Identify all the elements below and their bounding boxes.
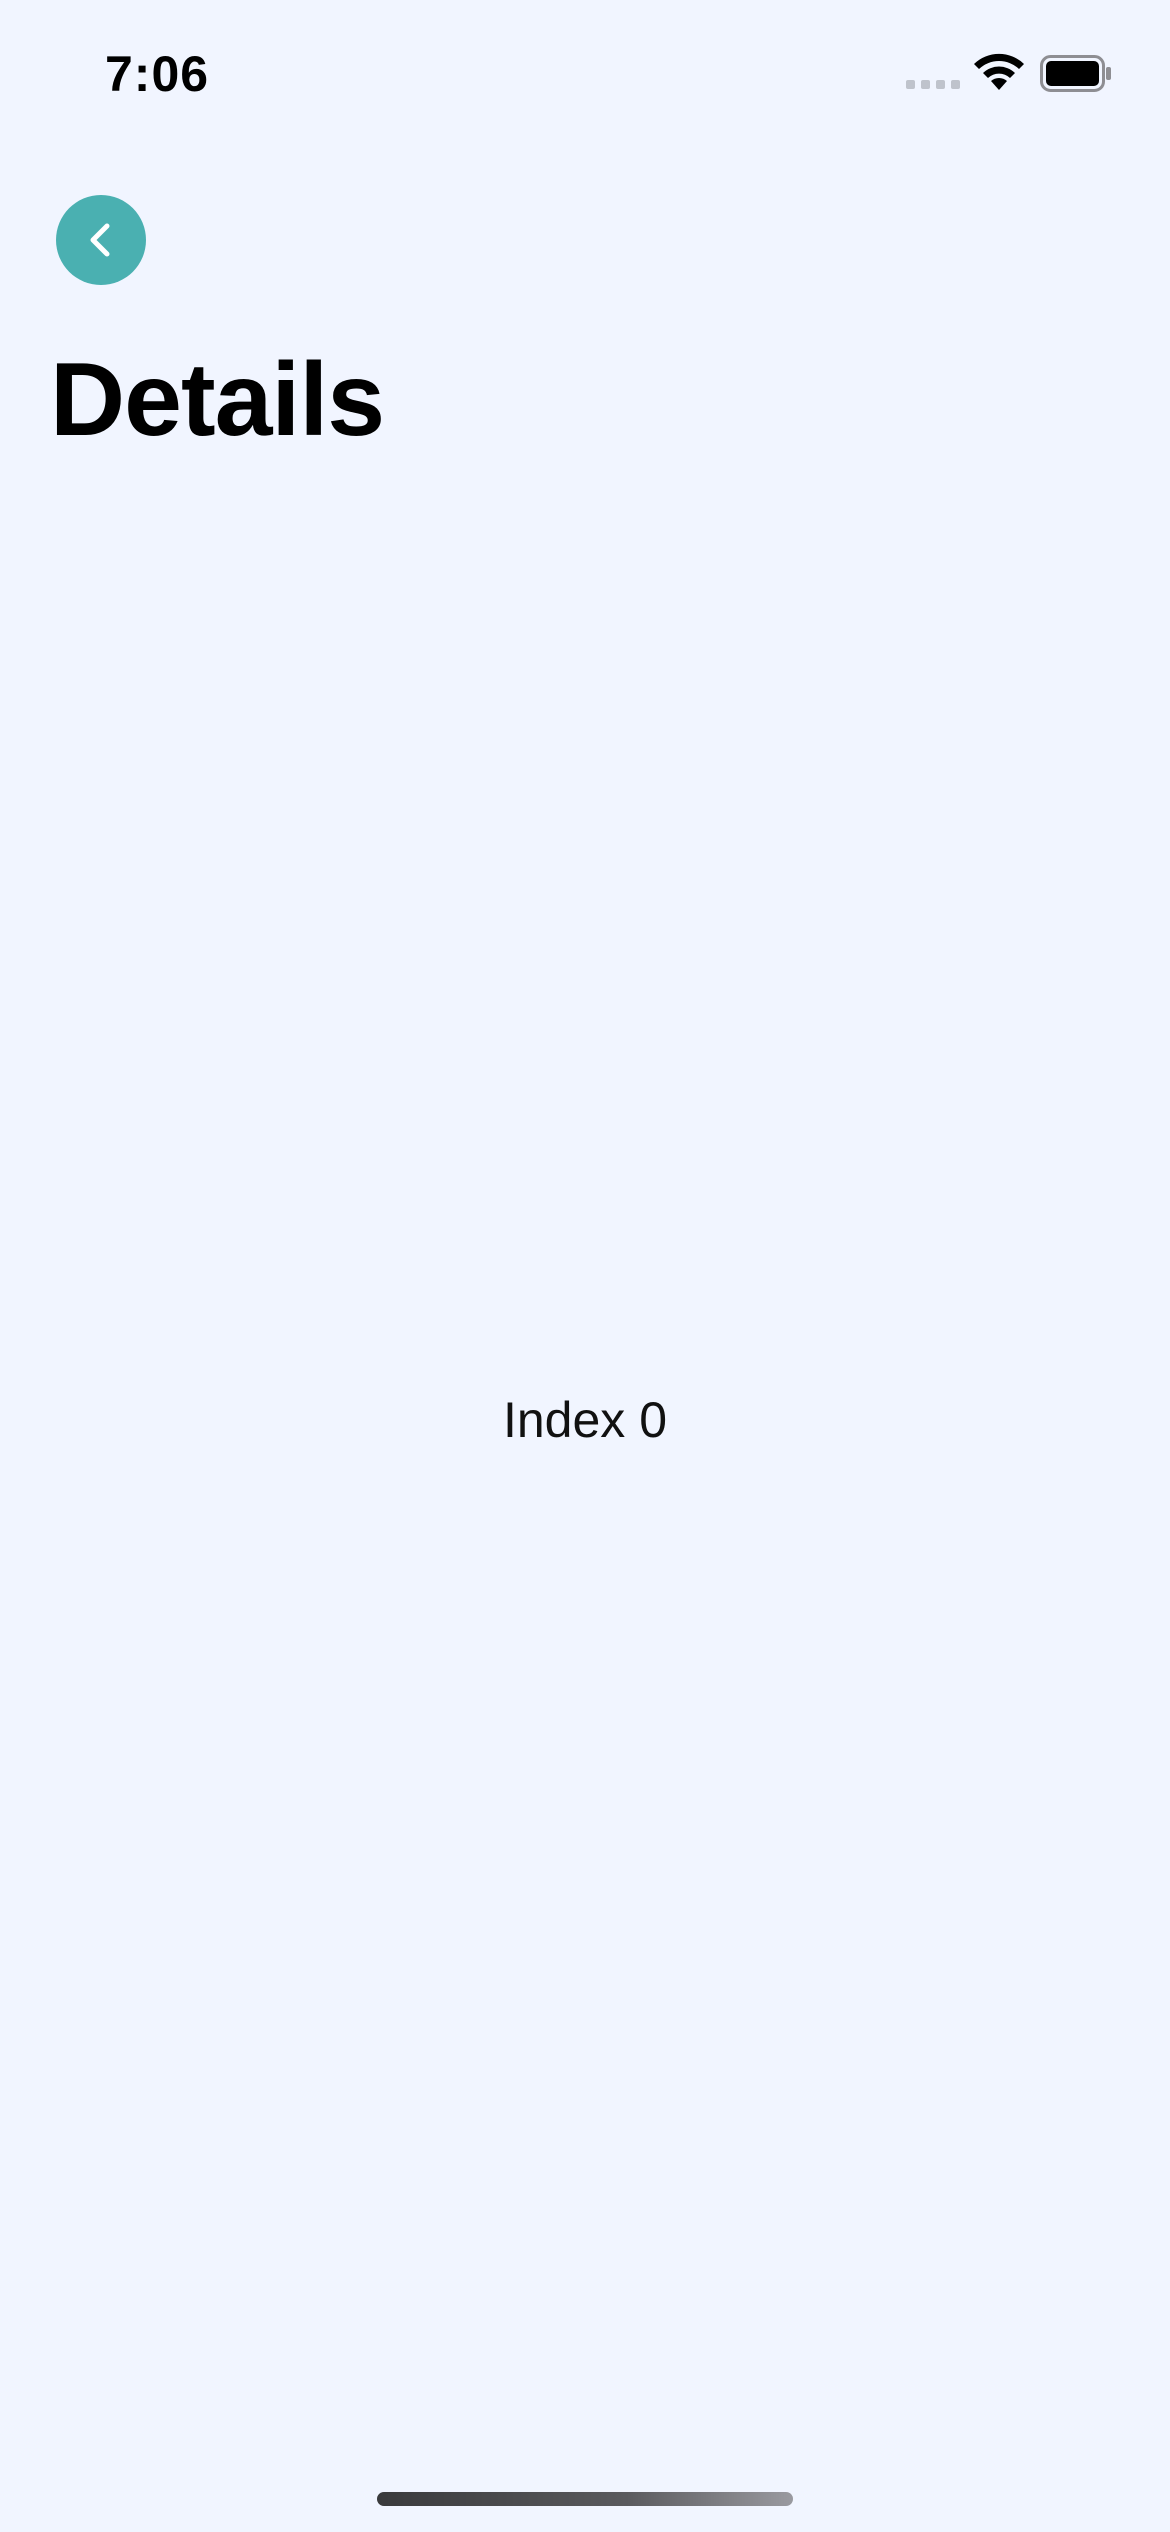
details-screen: 7:06 Details Index 0 bbox=[0, 0, 1170, 2532]
battery-icon bbox=[1040, 55, 1111, 92]
wifi-icon bbox=[974, 53, 1024, 90]
chevron-left-icon bbox=[90, 223, 110, 257]
status-time: 7:06 bbox=[105, 46, 210, 102]
home-indicator[interactable] bbox=[377, 2492, 793, 2506]
cellular-signal-icon bbox=[906, 80, 960, 89]
page-title: Details bbox=[50, 342, 385, 458]
back-button[interactable] bbox=[56, 195, 146, 285]
index-label: Index 0 bbox=[502, 1392, 667, 1448]
